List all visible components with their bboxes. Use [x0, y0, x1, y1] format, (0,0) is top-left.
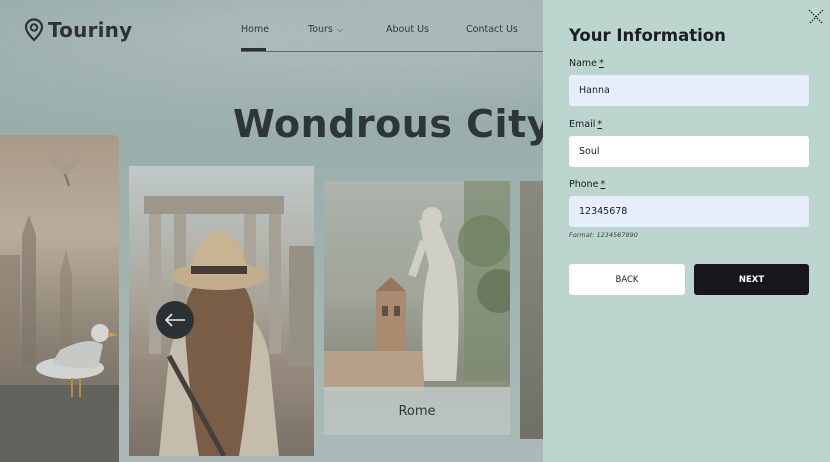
phone-format-hint: Format: 1234567890 — [569, 231, 638, 239]
email-label: Email * — [569, 119, 602, 130]
name-label: Name * — [569, 58, 604, 69]
required-mark: * — [600, 179, 606, 190]
panel-title: Your Information — [569, 26, 726, 45]
email-label-text: Email — [569, 119, 596, 130]
phone-label-text: Phone — [569, 179, 599, 190]
dim-overlay[interactable] — [0, 0, 543, 462]
next-button[interactable]: NEXT — [694, 264, 809, 295]
required-mark: * — [597, 119, 603, 130]
name-field[interactable] — [569, 75, 809, 106]
close-icon[interactable] — [808, 9, 824, 25]
phone-field[interactable] — [569, 196, 809, 227]
back-button[interactable]: BACK — [569, 264, 685, 295]
name-label-text: Name — [569, 58, 598, 69]
phone-label: Phone * — [569, 179, 605, 190]
email-field[interactable] — [569, 136, 809, 167]
required-mark: * — [599, 58, 604, 69]
